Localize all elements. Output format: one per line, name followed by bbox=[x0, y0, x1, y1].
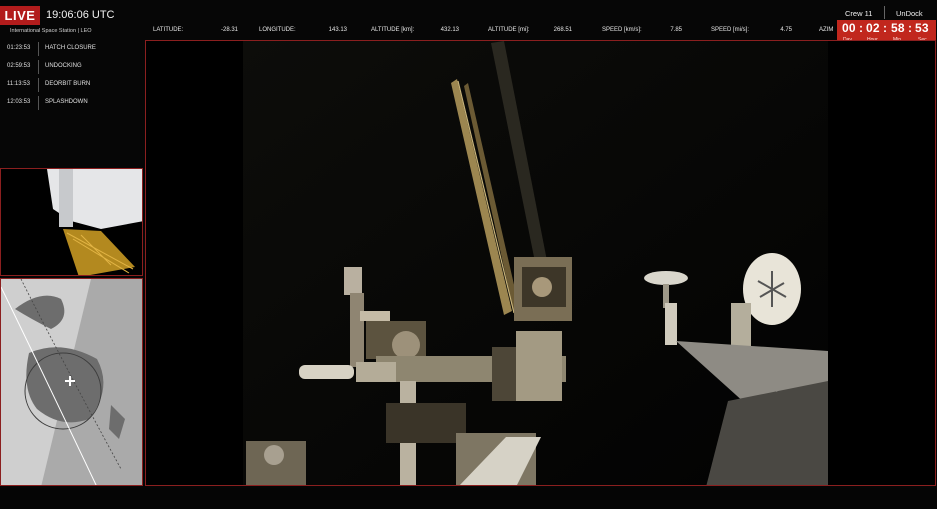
countdown-sec: 53 bbox=[915, 21, 929, 35]
secondary-camera-thumbnail[interactable] bbox=[0, 168, 143, 276]
countdown-min: 58 bbox=[891, 21, 905, 35]
event-divider bbox=[38, 96, 39, 110]
telemetry-label: LATITUDE: bbox=[153, 27, 184, 33]
world-map bbox=[1, 279, 142, 485]
telemetry-label: ALTITUDE [km]: bbox=[371, 27, 415, 33]
event-divider bbox=[38, 60, 39, 74]
event-timeline: 01:23:53 HATCH CLOSURE 02:59:53 UNDOCKIN… bbox=[0, 40, 140, 112]
telemetry-value: 7.85 bbox=[670, 27, 682, 33]
event-row: 01:23:53 HATCH CLOSURE bbox=[0, 40, 140, 58]
iss-exterior-image bbox=[146, 41, 935, 485]
crew-label: Crew 11 bbox=[845, 9, 873, 18]
event-time: 11:13:53 bbox=[7, 81, 30, 87]
event-name: DEORBIT BURN bbox=[45, 81, 91, 87]
event-row: 02:59:53 UNDOCKING bbox=[0, 58, 140, 76]
countdown-day: 00 bbox=[842, 21, 856, 35]
telemetry-value: 432.13 bbox=[440, 27, 459, 33]
countdown-colon: : bbox=[883, 21, 888, 35]
event-row: 11:13:53 DEORBIT BURN bbox=[0, 76, 140, 94]
event-name: SPLASHDOWN bbox=[45, 99, 88, 105]
telemetry-label: SPEED [mi/s]: bbox=[711, 27, 750, 33]
event-time: 01:23:53 bbox=[7, 45, 31, 51]
telemetry-value: -28.31 bbox=[220, 27, 238, 33]
telemetry-label: ALTITUDE [mi]: bbox=[488, 27, 530, 33]
telemetry-value: 143.13 bbox=[328, 27, 347, 33]
event-row: 12:03:53 SPLASHDOWN bbox=[0, 94, 140, 112]
countdown-hour: 02 bbox=[866, 21, 880, 35]
station-label: International Space Station | LEO bbox=[10, 28, 92, 34]
event-name: HATCH CLOSURE bbox=[45, 45, 96, 51]
telemetry-label: SPEED [km/s]: bbox=[602, 27, 642, 33]
crew-divider bbox=[884, 6, 885, 19]
main-video-feed[interactable] bbox=[145, 40, 936, 486]
telemetry-value: 268.51 bbox=[553, 27, 572, 33]
telemetry-label: LONGITUDE: bbox=[259, 27, 296, 33]
telemetry-bar: LATITUDE: -28.31 LONGITUDE: 143.13 ALTIT… bbox=[147, 24, 835, 38]
countdown-colon: : bbox=[859, 21, 864, 35]
event-time: 02:59:53 bbox=[7, 63, 31, 69]
mission-label: UnDock bbox=[896, 9, 923, 18]
hatch-camera-image bbox=[1, 169, 142, 275]
countdown-colon: : bbox=[908, 21, 913, 35]
event-divider bbox=[38, 42, 39, 56]
event-time: 12:03:53 bbox=[7, 99, 31, 105]
utc-clock: 19:06:06 UTC bbox=[46, 9, 115, 21]
telemetry-value: 4.75 bbox=[780, 27, 792, 33]
event-name: UNDOCKING bbox=[45, 63, 82, 69]
event-divider bbox=[38, 78, 39, 92]
bottom-strip bbox=[0, 488, 937, 509]
ground-track-map[interactable] bbox=[0, 278, 143, 486]
telemetry-label: AZIM bbox=[819, 27, 834, 33]
live-badge: LIVE bbox=[0, 6, 40, 25]
